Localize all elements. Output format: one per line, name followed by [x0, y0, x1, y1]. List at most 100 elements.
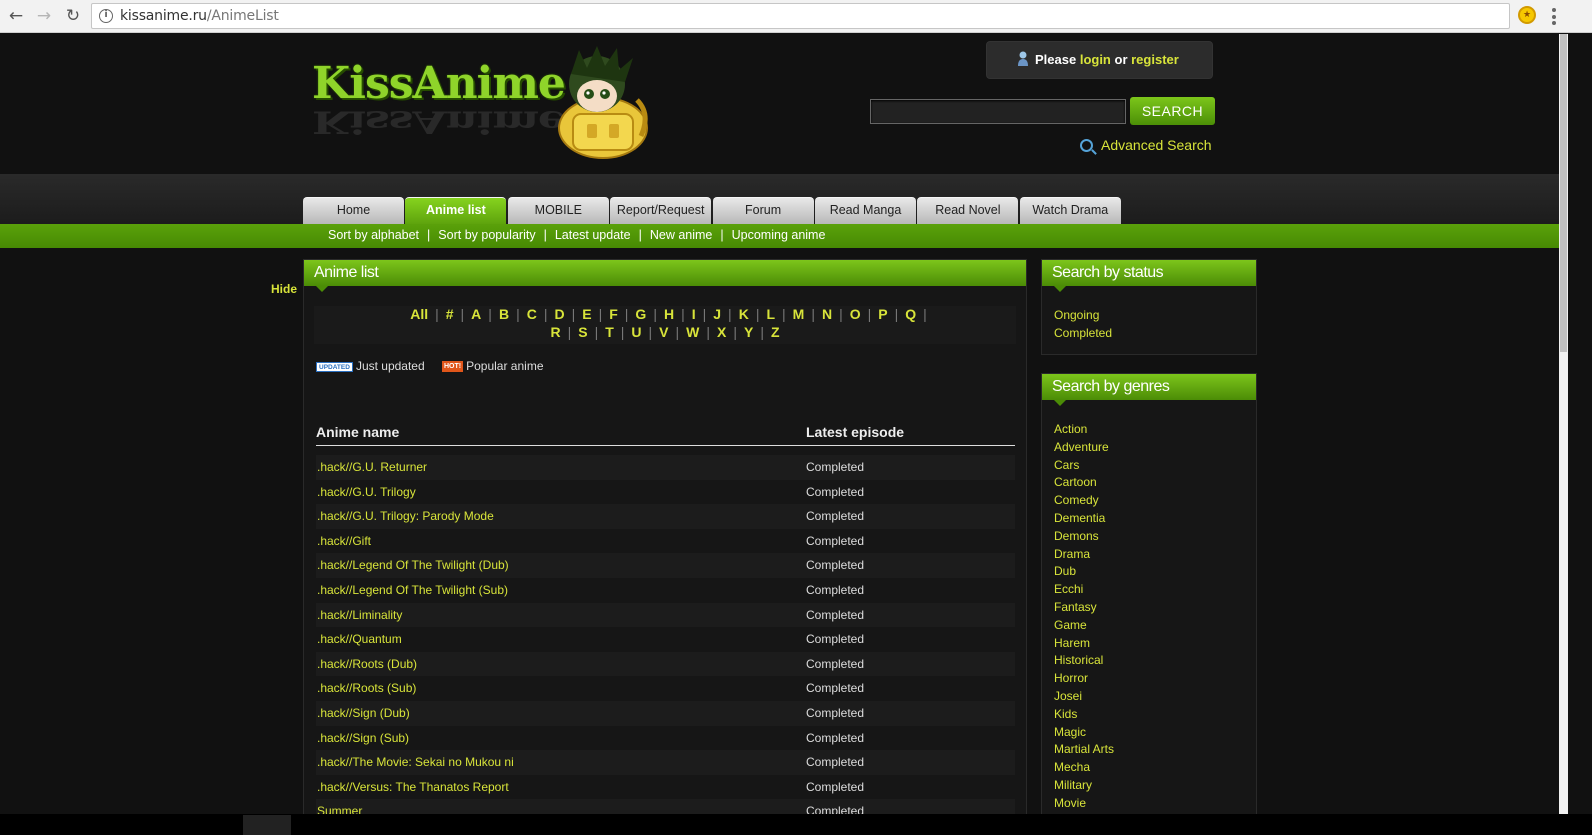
status-link[interactable]: Ongoing: [1054, 307, 1112, 325]
login-link[interactable]: login: [1080, 52, 1111, 67]
genre-link[interactable]: Fantasy: [1054, 599, 1114, 617]
alphabet-letter[interactable]: #: [439, 306, 461, 322]
genre-link[interactable]: Action: [1054, 421, 1114, 439]
genre-link[interactable]: Mecha: [1054, 759, 1114, 777]
info-icon[interactable]: i: [99, 9, 113, 23]
anime-name-link[interactable]: .hack//Legend Of The Twilight (Dub): [317, 558, 509, 572]
browser-menu-icon[interactable]: [1552, 8, 1556, 25]
anime-name-link[interactable]: .hack//G.U. Trilogy: Parody Mode: [317, 509, 494, 523]
anime-name-link[interactable]: .hack//Liminality: [317, 608, 402, 622]
hide-link[interactable]: Hide: [271, 282, 297, 296]
alphabet-letter[interactable]: R: [543, 324, 567, 340]
genre-link[interactable]: Historical: [1054, 652, 1114, 670]
alphabet-letter[interactable]: T: [598, 324, 621, 340]
tab-anime-list[interactable]: Anime list: [405, 197, 507, 224]
alphabet-letter[interactable]: J: [706, 306, 728, 322]
tab-home[interactable]: Home: [303, 197, 404, 224]
genre-link[interactable]: Demons: [1054, 528, 1114, 546]
back-arrow-icon[interactable]: ←: [5, 5, 27, 27]
anime-name-link[interactable]: .hack//Quantum: [317, 632, 402, 646]
address-bar[interactable]: i kissanime.ru/AnimeList: [91, 3, 1510, 29]
anime-name-link[interactable]: .hack//G.U. Returner: [317, 460, 427, 474]
forward-arrow-icon[interactable]: →: [33, 5, 55, 27]
alphabet-letter[interactable]: S: [571, 324, 594, 340]
alphabet-letter[interactable]: Q: [898, 306, 923, 322]
alphabet-letter[interactable]: W: [679, 324, 706, 340]
alphabet-separator: |: [923, 306, 927, 322]
alphabet-letter[interactable]: A: [464, 306, 488, 322]
genre-link[interactable]: Comedy: [1054, 492, 1114, 510]
alphabet-letter[interactable]: G: [628, 306, 653, 322]
genre-link[interactable]: Josei: [1054, 688, 1114, 706]
anime-name-link[interactable]: .hack//Sign (Dub): [317, 706, 410, 720]
genre-link[interactable]: Ecchi: [1054, 581, 1114, 599]
alphabet-letter[interactable]: Z: [764, 324, 787, 340]
tab-forum[interactable]: Forum: [712, 197, 814, 224]
genre-link[interactable]: Kids: [1054, 706, 1114, 724]
alphabet-letter[interactable]: All: [403, 306, 435, 322]
latest-episode: Completed: [806, 681, 865, 696]
status-link[interactable]: Completed: [1054, 325, 1112, 343]
vertical-scrollbar[interactable]: [1559, 34, 1568, 814]
anime-name-link[interactable]: .hack//Sign (Sub): [317, 731, 409, 745]
genre-link[interactable]: Martial Arts: [1054, 741, 1114, 759]
alphabet-letter[interactable]: B: [492, 306, 516, 322]
alphabet-letter[interactable]: M: [786, 306, 812, 322]
genre-link[interactable]: Adventure: [1054, 439, 1114, 457]
alphabet-letter[interactable]: F: [602, 306, 625, 322]
anime-name-link[interactable]: .hack//The Movie: Sekai no Mukou ni: [317, 755, 514, 769]
tab-mobile[interactable]: MOBILE: [507, 197, 609, 224]
genre-link[interactable]: Movie: [1054, 795, 1114, 813]
genre-link[interactable]: Harem: [1054, 635, 1114, 653]
anime-name-link[interactable]: .hack//Roots (Sub): [317, 681, 416, 695]
star-extension-icon[interactable]: ★: [1518, 6, 1536, 24]
alphabet-letter[interactable]: E: [575, 306, 598, 322]
alphabet-letter[interactable]: N: [815, 306, 839, 322]
anime-name-link[interactable]: .hack//Versus: The Thanatos Report: [317, 780, 509, 794]
reload-icon[interactable]: ↻: [62, 5, 84, 27]
site-logo[interactable]: KissAnime KissAnime: [312, 58, 566, 139]
subnav-link-sort-by-alphabet[interactable]: Sort by alphabet: [328, 228, 419, 242]
alphabet-letter[interactable]: D: [547, 306, 571, 322]
subnav-link-sort-by-popularity[interactable]: Sort by popularity: [438, 228, 535, 242]
genre-link[interactable]: Military: [1054, 777, 1114, 795]
taskbar-item[interactable]: [243, 815, 291, 835]
tab-report-request[interactable]: Report/Request: [610, 197, 712, 224]
genre-link[interactable]: Cars: [1054, 457, 1114, 475]
search-input[interactable]: [870, 99, 1126, 124]
alphabet-letter[interactable]: H: [657, 306, 681, 322]
genre-link[interactable]: Magic: [1054, 724, 1114, 742]
subnav-link-latest-update[interactable]: Latest update: [555, 228, 631, 242]
advanced-search-link[interactable]: Advanced Search: [1080, 137, 1212, 153]
tab-read-manga[interactable]: Read Manga: [815, 197, 916, 224]
alphabet-letter[interactable]: C: [520, 306, 544, 322]
genre-link[interactable]: Game: [1054, 617, 1114, 635]
tab-watch-drama[interactable]: Watch Drama: [1019, 197, 1121, 224]
url-domain: kissanime.ru: [120, 8, 207, 24]
url-text[interactable]: kissanime.ru/AnimeList: [120, 8, 279, 24]
tab-read-novel[interactable]: Read Novel: [917, 197, 1019, 224]
alphabet-letter[interactable]: Y: [737, 324, 760, 340]
anime-name-link[interactable]: .hack//Roots (Dub): [317, 657, 417, 671]
search-button[interactable]: SEARCH: [1130, 97, 1215, 125]
subnav-link-upcoming-anime[interactable]: Upcoming anime: [732, 228, 826, 242]
genre-link[interactable]: Drama: [1054, 546, 1114, 564]
alphabet-letter[interactable]: U: [624, 324, 648, 340]
anime-name-link[interactable]: .hack//Legend Of The Twilight (Sub): [317, 583, 508, 597]
genre-link[interactable]: Horror: [1054, 670, 1114, 688]
alphabet-letter[interactable]: V: [652, 324, 675, 340]
alphabet-letter[interactable]: O: [843, 306, 868, 322]
anime-name-link[interactable]: .hack//G.U. Trilogy: [317, 485, 416, 499]
alphabet-letter[interactable]: I: [685, 306, 703, 322]
alphabet-letter[interactable]: X: [710, 324, 733, 340]
alphabet-letter[interactable]: P: [871, 306, 894, 322]
genre-link[interactable]: Dementia: [1054, 510, 1114, 528]
anime-name-link[interactable]: .hack//Gift: [317, 534, 371, 548]
genre-link[interactable]: Cartoon: [1054, 474, 1114, 492]
genre-link[interactable]: Dub: [1054, 563, 1114, 581]
scrollbar-thumb[interactable]: [1560, 34, 1567, 352]
subnav-link-new-anime[interactable]: New anime: [650, 228, 713, 242]
alphabet-letter[interactable]: K: [732, 306, 756, 322]
alphabet-letter[interactable]: L: [759, 306, 782, 322]
register-link[interactable]: register: [1131, 52, 1179, 67]
